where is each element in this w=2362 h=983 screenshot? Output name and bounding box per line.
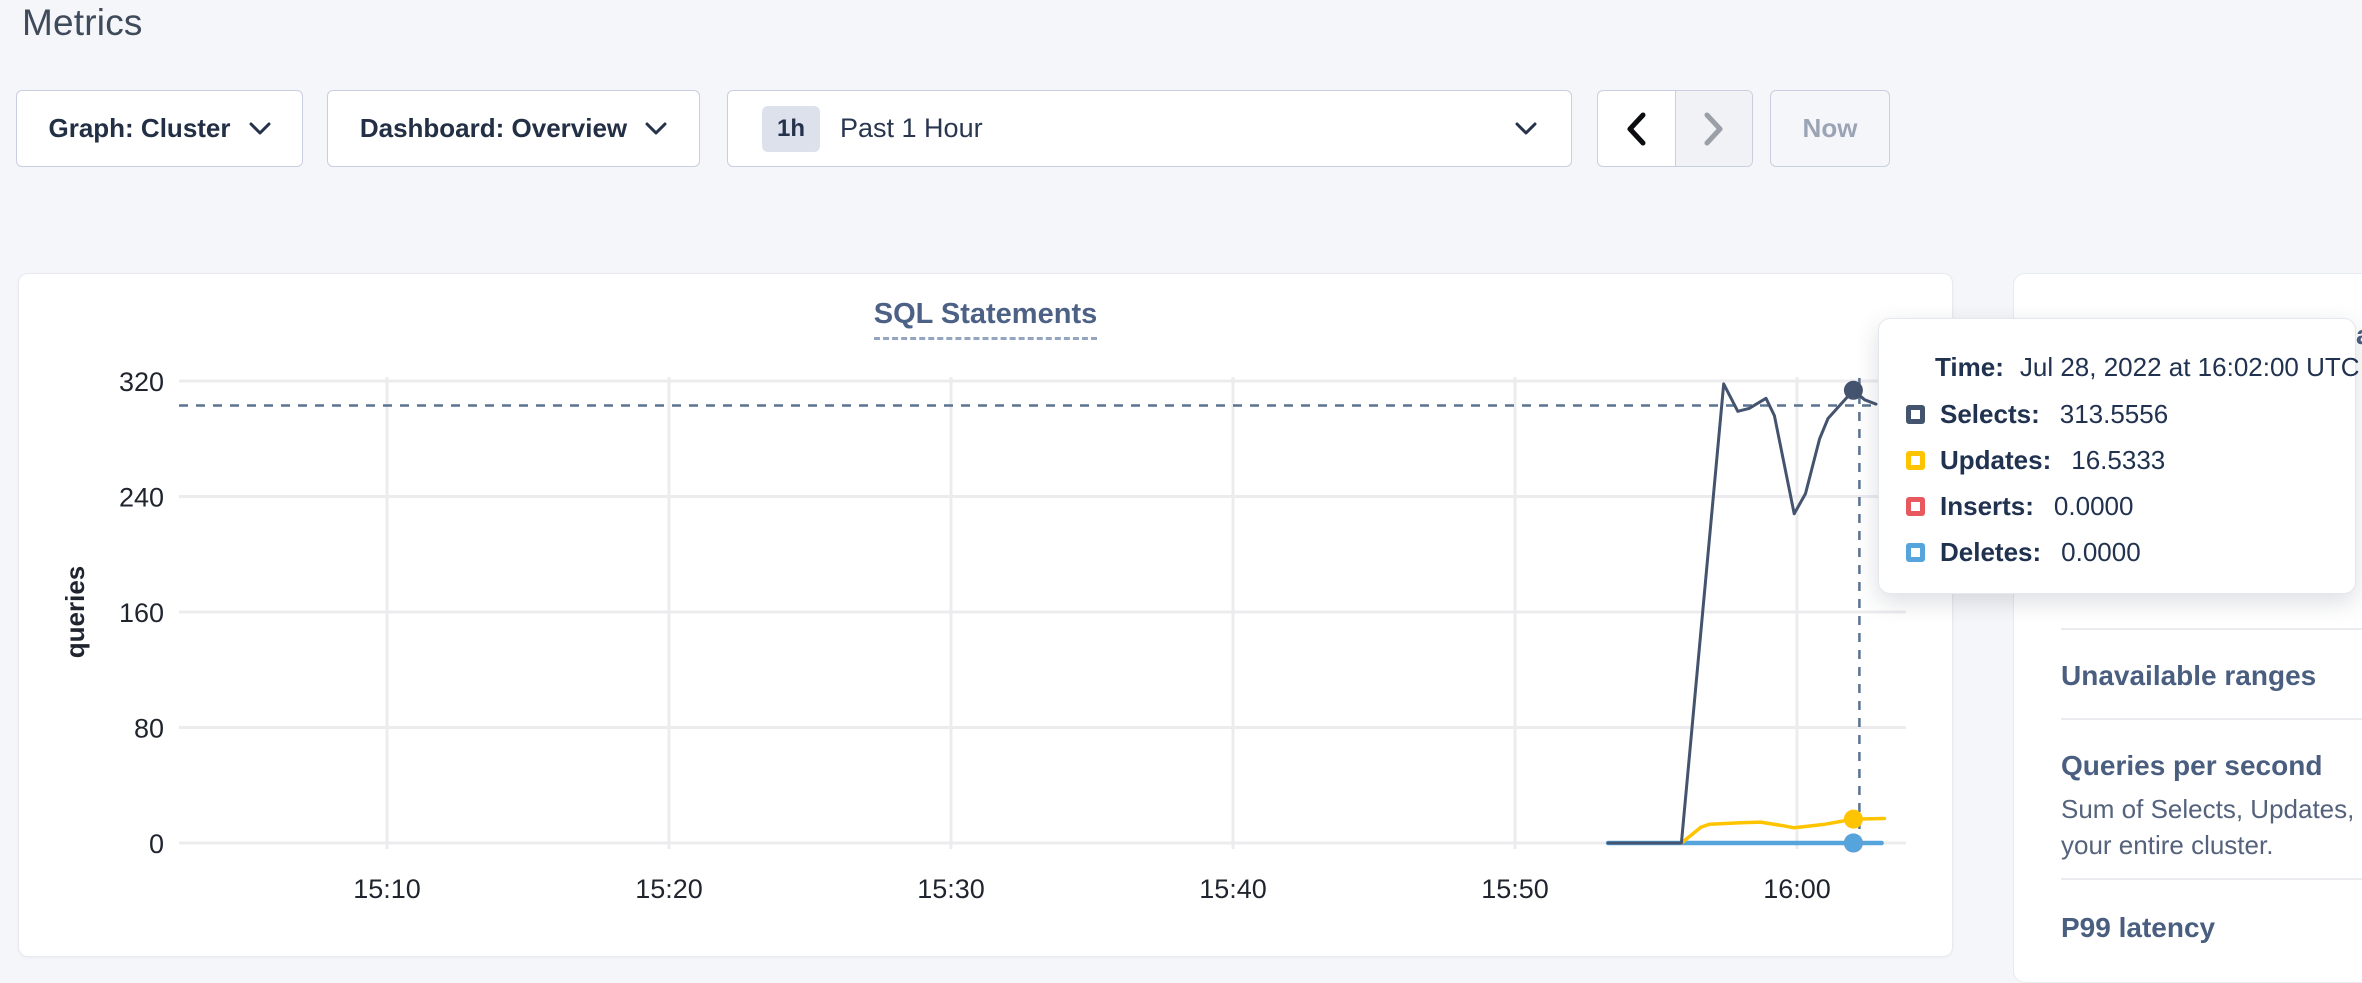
svg-text:15:10: 15:10: [353, 874, 421, 904]
chevron-down-icon: [645, 122, 667, 135]
tooltip-row-label: Inserts:: [1940, 491, 2034, 522]
next-time-button[interactable]: [1675, 91, 1753, 166]
graph-dropdown-label: Graph: Cluster: [48, 113, 230, 144]
graph-dropdown[interactable]: Graph: Cluster: [16, 90, 303, 167]
tooltip-row-inserts: Inserts: 0.0000: [1906, 483, 2345, 529]
tooltip-time-label: Time:: [1935, 352, 2004, 383]
sidebar-item-description-line1: Sum of Selects, Updates, Inser: [2061, 794, 2362, 825]
svg-text:15:30: 15:30: [917, 874, 985, 904]
dashboard-dropdown[interactable]: Dashboard: Overview: [327, 90, 700, 167]
dashboard-dropdown-label: Dashboard: Overview: [360, 113, 627, 144]
sidebar-item-description-line2: your entire cluster.: [2061, 830, 2273, 861]
svg-text:320: 320: [119, 367, 164, 397]
deletes-series-swatch-icon: [1906, 543, 1925, 562]
chart-title-link[interactable]: SQL Statements: [874, 298, 1097, 340]
chevron-right-icon: [1703, 112, 1725, 146]
svg-text:15:40: 15:40: [1199, 874, 1267, 904]
clipped-text-fragment: a: [2356, 320, 2362, 351]
time-window-pager: [1597, 90, 1753, 167]
time-range-badge: 1h: [762, 106, 820, 152]
page-title: Metrics: [22, 2, 143, 44]
sidebar-item-queries-per-second[interactable]: Queries per second: [2061, 750, 2322, 782]
divider: [2061, 878, 2362, 880]
tooltip-row-value: 313.5556: [2060, 399, 2168, 430]
tooltip-time: Time: Jul 28, 2022 at 16:02:00 UTC: [1935, 352, 2360, 383]
svg-text:queries: queries: [60, 566, 90, 659]
chevron-down-icon: [249, 122, 271, 135]
sidebar-item-unavailable-ranges[interactable]: Unavailable ranges: [2061, 660, 2316, 692]
divider: [2061, 718, 2362, 720]
previous-time-button[interactable]: [1598, 91, 1675, 166]
inserts-series-swatch-icon: [1906, 497, 1925, 516]
svg-text:15:20: 15:20: [635, 874, 703, 904]
updates-series-swatch-icon: [1906, 451, 1925, 470]
time-range-selector[interactable]: 1h Past 1 Hour: [727, 90, 1572, 167]
selects-series-swatch-icon: [1906, 405, 1925, 424]
sql-statements-chart-card: SQL Statements 0 80 160 240 320 15:10 15:20 15:…: [18, 273, 1953, 957]
svg-text:0: 0: [149, 829, 164, 859]
tooltip-row-value: 16.5333: [2071, 445, 2165, 476]
sidebar-item-p99-latency[interactable]: P99 latency: [2061, 912, 2215, 944]
now-button[interactable]: Now: [1770, 90, 1890, 167]
svg-text:240: 240: [119, 483, 164, 513]
tooltip-row-deletes: Deletes: 0.0000: [1906, 529, 2345, 575]
chart-title: SQL Statements: [19, 298, 1952, 331]
tooltip-row-label: Updates:: [1940, 445, 2051, 476]
svg-text:16:00: 16:00: [1763, 874, 1831, 904]
sql-statements-plot[interactable]: 0 80 160 240 320 15:10 15:20 15:30 15:40 15:50 16:…: [19, 274, 1952, 956]
time-range-label: Past 1 Hour: [840, 113, 1515, 144]
chart-hover-tooltip: Time: Jul 28, 2022 at 16:02:00 UTC Selec…: [1878, 318, 2356, 594]
tooltip-time-value: Jul 28, 2022 at 16:02:00 UTC: [2020, 352, 2360, 383]
chevron-left-icon: [1625, 112, 1647, 146]
tooltip-row-value: 0.0000: [2061, 537, 2141, 568]
svg-text:160: 160: [119, 598, 164, 628]
svg-text:15:50: 15:50: [1481, 874, 1549, 904]
chevron-down-icon: [1515, 122, 1537, 135]
tooltip-row-value: 0.0000: [2054, 491, 2134, 522]
tooltip-row-selects: Selects: 313.5556: [1906, 391, 2345, 437]
tooltip-row-updates: Updates: 16.5333: [1906, 437, 2345, 483]
tooltip-row-label: Deletes:: [1940, 537, 2041, 568]
tooltip-row-label: Selects:: [1940, 399, 2040, 430]
divider: [2061, 628, 2362, 630]
svg-text:80: 80: [134, 714, 164, 744]
